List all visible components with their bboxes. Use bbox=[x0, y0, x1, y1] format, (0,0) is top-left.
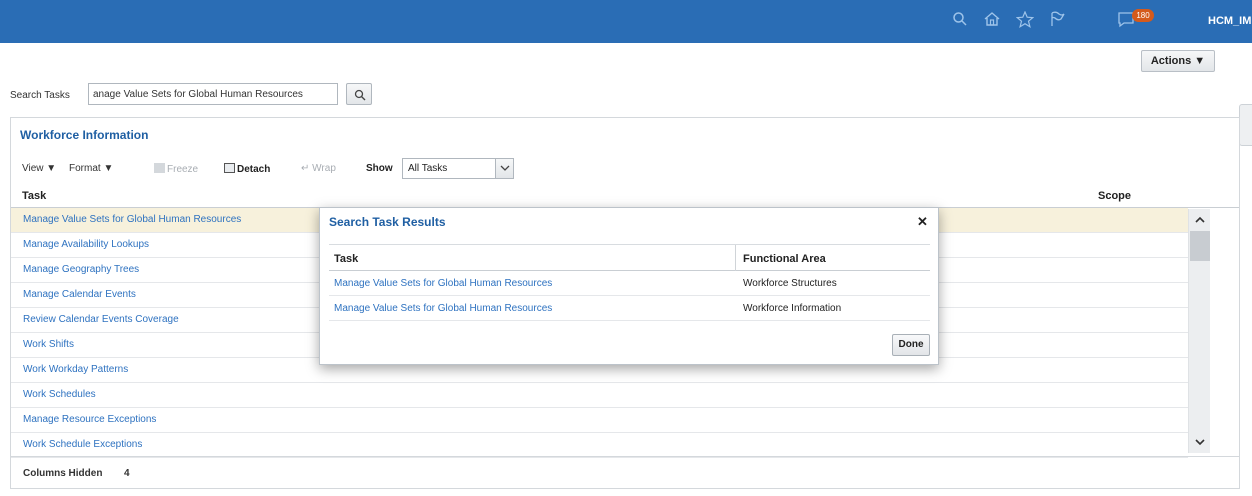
table-footer: Columns Hidden 4 bbox=[11, 456, 1239, 488]
table-row[interactable]: Work Schedule Exceptions bbox=[11, 433, 1188, 458]
watchlist-flag-icon[interactable] bbox=[1050, 11, 1066, 32]
results-table: Task Functional Area Manage Value Sets f… bbox=[329, 244, 930, 321]
task-link[interactable]: Work Schedules bbox=[23, 389, 96, 400]
table-row[interactable]: Work Schedules bbox=[11, 383, 1188, 408]
home-icon[interactable] bbox=[983, 11, 1001, 32]
freeze-label: Freeze bbox=[167, 164, 199, 175]
done-button[interactable]: Done bbox=[892, 334, 930, 356]
show-select-value: All Tasks bbox=[408, 163, 448, 174]
columns-hidden-count[interactable]: 4 bbox=[124, 468, 130, 479]
task-link[interactable]: Manage Resource Exceptions bbox=[23, 414, 156, 425]
search-button[interactable] bbox=[346, 83, 372, 105]
search-tasks-input[interactable] bbox=[88, 83, 338, 105]
detach-button[interactable]: Detach bbox=[224, 163, 270, 175]
column-task[interactable]: Task bbox=[22, 190, 46, 202]
wrap-button[interactable]: ↵ Wrap bbox=[301, 163, 336, 174]
show-label: Show bbox=[366, 163, 393, 174]
table-column-header: Task Scope bbox=[11, 184, 1239, 208]
search-icon[interactable] bbox=[952, 11, 968, 32]
show-tasks-select[interactable]: All Tasks bbox=[402, 158, 514, 179]
magnifier-icon bbox=[354, 89, 366, 101]
panel-title: Workforce Information bbox=[20, 128, 149, 142]
scroll-down-icon[interactable] bbox=[1194, 437, 1206, 447]
task-link[interactable]: Manage Availability Lookups bbox=[23, 239, 149, 250]
column-functional-area: Functional Area bbox=[743, 253, 826, 265]
search-tasks-label: Search Tasks bbox=[10, 90, 70, 101]
task-link[interactable]: Work Schedule Exceptions bbox=[23, 439, 142, 450]
vertical-scrollbar[interactable] bbox=[1188, 209, 1210, 453]
global-header: 180 HCM_IMPL bbox=[0, 0, 1252, 43]
results-table-header: Task Functional Area bbox=[329, 244, 930, 271]
scroll-up-icon[interactable] bbox=[1194, 215, 1206, 225]
detach-icon bbox=[224, 163, 235, 173]
table-toolbar: View ▼ Format ▼ Freeze Detach ↵ Wrap Sho… bbox=[11, 158, 611, 180]
freeze-button[interactable]: Freeze bbox=[154, 163, 198, 175]
wrap-label: Wrap bbox=[312, 163, 336, 174]
columns-hidden-label: Columns Hidden bbox=[23, 468, 103, 479]
close-icon[interactable]: ✕ bbox=[917, 214, 928, 230]
table-row[interactable]: Manage Resource Exceptions bbox=[11, 408, 1188, 433]
actions-menu-button[interactable]: Actions ▼ bbox=[1141, 50, 1215, 72]
column-task: Task bbox=[334, 253, 359, 265]
table-row[interactable]: Manage Value Sets for Global Human Resou… bbox=[329, 271, 930, 296]
task-link[interactable]: Work Workday Patterns bbox=[23, 364, 128, 375]
view-menu[interactable]: View ▼ bbox=[22, 163, 56, 174]
detach-label: Detach bbox=[237, 164, 271, 175]
notifications-count-badge: 180 bbox=[1132, 9, 1154, 22]
task-link[interactable]: Review Calendar Events Coverage bbox=[23, 314, 179, 325]
task-link[interactable]: Manage Calendar Events bbox=[23, 289, 136, 300]
chevron-down-icon[interactable] bbox=[495, 159, 513, 178]
result-functional-area: Workforce Information bbox=[743, 303, 842, 314]
format-menu[interactable]: Format ▼ bbox=[69, 163, 113, 174]
table-row[interactable]: Manage Value Sets for Global Human Resou… bbox=[329, 296, 930, 321]
task-link[interactable]: Work Shifts bbox=[23, 339, 74, 350]
task-link[interactable]: Manage Value Sets for Global Human Resou… bbox=[23, 214, 241, 225]
favorites-star-icon[interactable] bbox=[1015, 10, 1035, 33]
result-task-link[interactable]: Manage Value Sets for Global Human Resou… bbox=[334, 303, 552, 314]
side-panel-tab[interactable] bbox=[1239, 104, 1252, 146]
user-menu[interactable]: HCM_IMPL bbox=[1208, 15, 1252, 27]
wrap-icon: ↵ bbox=[301, 163, 313, 174]
freeze-icon bbox=[154, 163, 165, 173]
search-task-results-dialog: Search Task Results ✕ Task Functional Ar… bbox=[319, 207, 939, 365]
result-task-link[interactable]: Manage Value Sets for Global Human Resou… bbox=[334, 278, 552, 289]
column-divider[interactable] bbox=[735, 245, 736, 271]
column-scope[interactable]: Scope bbox=[1098, 190, 1131, 202]
scrollbar-thumb[interactable] bbox=[1190, 231, 1210, 261]
result-functional-area: Workforce Structures bbox=[743, 278, 837, 289]
dialog-title: Search Task Results bbox=[329, 215, 446, 229]
task-link[interactable]: Manage Geography Trees bbox=[23, 264, 139, 275]
